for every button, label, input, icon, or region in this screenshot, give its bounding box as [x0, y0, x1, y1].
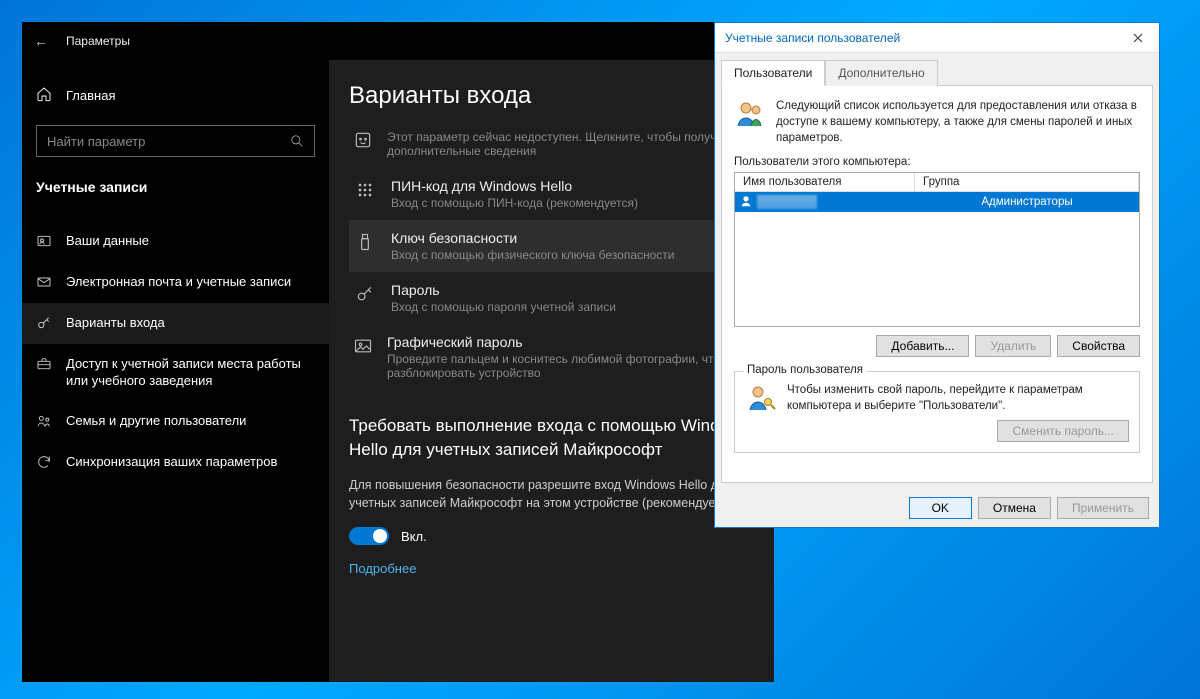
- page-title: Варианты входа: [349, 82, 754, 110]
- main-area: Варианты входа Этот параметр сейчас недо…: [329, 60, 774, 682]
- option-desc: Вход с помощью пароля учетной записи: [391, 300, 616, 314]
- sidebar-item-email-accounts[interactable]: Электронная почта и учетные записи: [22, 262, 329, 303]
- add-button[interactable]: Добавить...: [876, 335, 969, 357]
- search-input[interactable]: [37, 134, 290, 149]
- fieldset-text: Чтобы изменить свой пароль, перейдите к …: [787, 382, 1129, 414]
- users-list[interactable]: Имя пользователя Группа Администраторы: [734, 172, 1140, 327]
- option-desc: Вход с помощью ПИН-кода (рекомендуется): [391, 196, 638, 210]
- key-icon: [36, 315, 52, 331]
- col-group[interactable]: Группа: [915, 173, 1139, 191]
- properties-button[interactable]: Свойства: [1057, 335, 1140, 357]
- sidebar-item-signin-options[interactable]: Варианты входа: [22, 303, 329, 344]
- sidebar-home-label: Главная: [66, 88, 115, 103]
- option-title: Графический пароль: [387, 334, 750, 350]
- sidebar-item-label: Семья и другие пользователи: [66, 413, 246, 430]
- user-card-icon: [36, 233, 52, 249]
- section-desc: Для повышения безопасности разрешите вхо…: [349, 476, 754, 514]
- fieldset-title: Пароль пользователя: [743, 364, 867, 376]
- section-heading: Требовать выполнение входа с помощью Win…: [349, 414, 754, 462]
- toggle-label: Вкл.: [401, 529, 427, 544]
- sidebar-item-label: Электронная почта и учетные записи: [66, 274, 291, 291]
- col-username[interactable]: Имя пользователя: [735, 173, 915, 191]
- user-group: Администраторы: [915, 196, 1139, 208]
- sidebar-item-your-info[interactable]: Ваши данные: [22, 221, 329, 262]
- option-title: ПИН-код для Windows Hello: [391, 178, 638, 194]
- users-columns: Имя пользователя Группа: [735, 173, 1139, 192]
- sidebar-item-family[interactable]: Семья и другие пользователи: [22, 401, 329, 442]
- sidebar-item-label: Доступ к учетной записи места работы или…: [66, 356, 315, 390]
- key-icon: [353, 282, 377, 304]
- hello-toggle[interactable]: [349, 527, 389, 545]
- sidebar-items: Ваши данные Электронная почта и учетные …: [22, 221, 329, 483]
- ua-footer: OK Отмена Применить: [715, 489, 1159, 527]
- ua-tabs: Пользователи Дополнительно: [715, 53, 1159, 85]
- option-pin[interactable]: ПИН-код для Windows Hello Вход с помощью…: [349, 168, 754, 220]
- user-key-icon: [745, 382, 777, 414]
- option-title: Пароль: [391, 282, 616, 298]
- close-button[interactable]: [1117, 23, 1159, 53]
- ua-titlebar: Учетные записи пользователей: [715, 23, 1159, 53]
- face-icon: [353, 128, 373, 150]
- pin-grid-icon: [353, 178, 377, 200]
- home-icon: [36, 86, 52, 105]
- option-picture-password[interactable]: Графический пароль Проведите пальцем и к…: [349, 324, 754, 390]
- search-icon: [290, 134, 304, 148]
- tab-users[interactable]: Пользователи: [721, 60, 825, 86]
- ua-header-text: Следующий список используется для предос…: [776, 98, 1140, 146]
- ua-title: Учетные записи пользователей: [725, 31, 900, 45]
- tab-advanced[interactable]: Дополнительно: [825, 60, 937, 86]
- usb-icon: [353, 230, 377, 252]
- window-title: Параметры: [66, 34, 130, 48]
- mail-icon: [36, 274, 52, 290]
- sidebar-item-label: Ваши данные: [66, 233, 149, 250]
- username-redacted: [757, 195, 817, 209]
- ua-panel: Следующий список используется для предос…: [721, 85, 1153, 483]
- sidebar-group-title: Учетные записи: [22, 179, 329, 207]
- option-desc: Проведите пальцем и коснитесь любимой фо…: [387, 352, 750, 380]
- sidebar-item-sync[interactable]: Синхронизация ваших параметров: [22, 442, 329, 483]
- settings-titlebar: ← Параметры: [22, 22, 774, 60]
- sidebar-item-label: Синхронизация ваших параметров: [66, 454, 277, 471]
- option-unavailable[interactable]: Этот параметр сейчас недоступен. Щелкнит…: [349, 118, 754, 168]
- apply-button[interactable]: Применить: [1057, 497, 1149, 519]
- option-security-key[interactable]: Ключ безопасности Вход с помощью физичес…: [349, 220, 754, 272]
- search-box[interactable]: [36, 125, 315, 157]
- family-icon: [36, 413, 52, 429]
- ok-button[interactable]: OK: [909, 497, 972, 519]
- user-accounts-dialog: Учетные записи пользователей Пользовател…: [714, 22, 1160, 528]
- change-password-button[interactable]: Сменить пароль...: [997, 420, 1129, 442]
- learn-more-link[interactable]: Подробнее: [349, 561, 416, 576]
- option-title: Ключ безопасности: [391, 230, 675, 246]
- back-button[interactable]: ←: [34, 33, 48, 49]
- users-icon: [734, 98, 766, 130]
- password-fieldset: Пароль пользователя Чтобы изменить свой …: [734, 371, 1140, 453]
- sync-icon: [36, 454, 52, 470]
- settings-window: ← Параметры Главная Учетные записи Ваши: [22, 22, 774, 682]
- sidebar-item-label: Варианты входа: [66, 315, 165, 332]
- sidebar: Главная Учетные записи Ваши данные Элект…: [22, 60, 329, 682]
- close-icon: [1133, 33, 1143, 43]
- user-icon: [739, 194, 753, 211]
- ua-list-label: Пользователи этого компьютера:: [734, 156, 1140, 168]
- remove-button[interactable]: Удалить: [975, 335, 1051, 357]
- briefcase-icon: [36, 356, 52, 372]
- option-desc: Этот параметр сейчас недоступен. Щелкнит…: [387, 130, 750, 158]
- option-password[interactable]: Пароль Вход с помощью пароля учетной зап…: [349, 272, 754, 324]
- sidebar-item-work-school[interactable]: Доступ к учетной записи места работы или…: [22, 344, 329, 402]
- user-row[interactable]: Администраторы: [735, 192, 1139, 212]
- option-desc: Вход с помощью физического ключа безопас…: [391, 248, 675, 262]
- picture-icon: [353, 334, 373, 356]
- sidebar-home[interactable]: Главная: [22, 78, 329, 113]
- cancel-button[interactable]: Отмена: [978, 497, 1051, 519]
